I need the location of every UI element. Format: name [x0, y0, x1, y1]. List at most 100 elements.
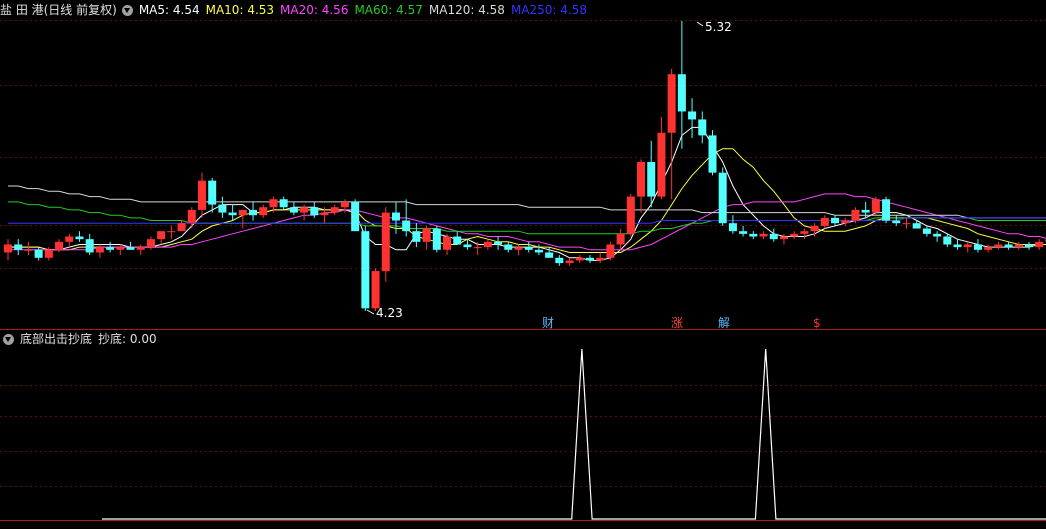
candle [494, 236, 503, 250]
candle [688, 98, 697, 139]
candle-body [871, 199, 880, 213]
candle-body [473, 247, 482, 249]
candle-body [422, 228, 431, 242]
candle [4, 239, 12, 261]
candle-body [779, 236, 788, 240]
candle [422, 225, 431, 250]
candle [504, 241, 513, 253]
candle [95, 244, 104, 258]
indicator-title: 底部出击抄底 [20, 332, 93, 346]
indicator-legend: 底部出击抄底 抄底: 0.00 [0, 331, 163, 347]
candle [412, 223, 421, 248]
high-price-label: 5.32 [705, 20, 732, 34]
candle-body [534, 249, 543, 253]
candle [984, 244, 993, 253]
candle-body [892, 220, 901, 224]
candle-body [698, 119, 707, 136]
ma5-line [8, 126, 1046, 261]
high-pointer [696, 21, 704, 27]
candle-body [963, 244, 972, 248]
candle-body [820, 217, 829, 226]
indicator-options-toggle-icon[interactable] [3, 333, 14, 345]
candle [381, 207, 390, 282]
candle-body [14, 244, 23, 250]
candle-body [851, 209, 860, 221]
candle-body [208, 180, 217, 205]
candle [963, 241, 972, 253]
candle-body [453, 236, 462, 245]
candle-body [994, 244, 1003, 248]
candle-body [24, 249, 33, 251]
candle-body [637, 162, 646, 197]
candle-body [882, 199, 891, 221]
candle-body [187, 209, 196, 224]
candle-body [933, 233, 942, 237]
candle [728, 215, 737, 234]
candle-body [177, 223, 186, 232]
candle-body [728, 223, 737, 232]
main-chart-panel[interactable]: 5.32 4.23 财 涨 解 $ 盐 田 港(日线 前复权) MA5: 4.5… [0, 0, 1046, 330]
event-markers: 财 涨 解 $ [542, 315, 821, 330]
candle [667, 68, 676, 200]
candle-body [402, 220, 411, 232]
event-marker-finance[interactable]: 财 [542, 316, 554, 330]
candle [34, 247, 43, 261]
candle-body [718, 172, 727, 224]
candle-body [841, 220, 850, 224]
candle-body [1014, 244, 1023, 248]
candlestick-chart[interactable]: 5.32 4.23 财 涨 解 $ [0, 0, 1046, 330]
candle-body [626, 196, 635, 234]
candle [575, 255, 584, 264]
candle [606, 241, 615, 261]
candle [933, 231, 942, 242]
candle [208, 177, 217, 213]
low-pointer [366, 309, 375, 315]
candle-body [330, 207, 339, 213]
candle-body [1035, 241, 1044, 248]
candle-body [44, 249, 53, 258]
candle [922, 225, 931, 237]
candle [249, 201, 258, 221]
candle [167, 225, 176, 240]
candle-body [381, 212, 390, 272]
main-options-toggle-icon[interactable] [121, 4, 133, 16]
ma60-label: MA60: 4.57 [354, 3, 423, 17]
main-grid [0, 20, 1046, 269]
candle-body [167, 231, 176, 233]
candle-body [75, 236, 84, 240]
candle-body [463, 244, 472, 248]
candle-body [412, 231, 421, 242]
candle [228, 204, 237, 221]
candle-body [984, 247, 993, 250]
candle [259, 204, 268, 218]
candle-body [677, 74, 686, 112]
indicator-chart[interactable] [0, 330, 1046, 525]
candle [953, 239, 962, 250]
candle-body [136, 247, 145, 250]
candle [443, 233, 452, 256]
event-marker-unlock[interactable]: 解 [718, 316, 730, 330]
candle-body [116, 247, 125, 250]
candle-body [524, 247, 533, 250]
candle-body [95, 247, 104, 253]
indicator-panel[interactable]: 底部出击抄底 抄底: 0.00 [0, 330, 1046, 525]
candle-body [300, 207, 309, 213]
candle-body [279, 199, 288, 208]
candle-body [65, 236, 74, 242]
candle-body [769, 233, 778, 240]
candle-body [831, 217, 840, 224]
candle [841, 217, 850, 226]
candle-body [667, 74, 676, 133]
candle-body [146, 239, 155, 248]
candle [657, 116, 666, 200]
candle-body [555, 257, 564, 264]
candle [739, 225, 748, 237]
candles [4, 21, 1046, 311]
candle [565, 257, 574, 266]
candle [718, 167, 727, 226]
event-marker-dividend[interactable]: $ [813, 316, 821, 330]
candle [882, 196, 891, 224]
event-marker-limit-up[interactable]: 涨 [671, 315, 683, 330]
candle-body [943, 236, 952, 245]
candle [106, 241, 115, 253]
